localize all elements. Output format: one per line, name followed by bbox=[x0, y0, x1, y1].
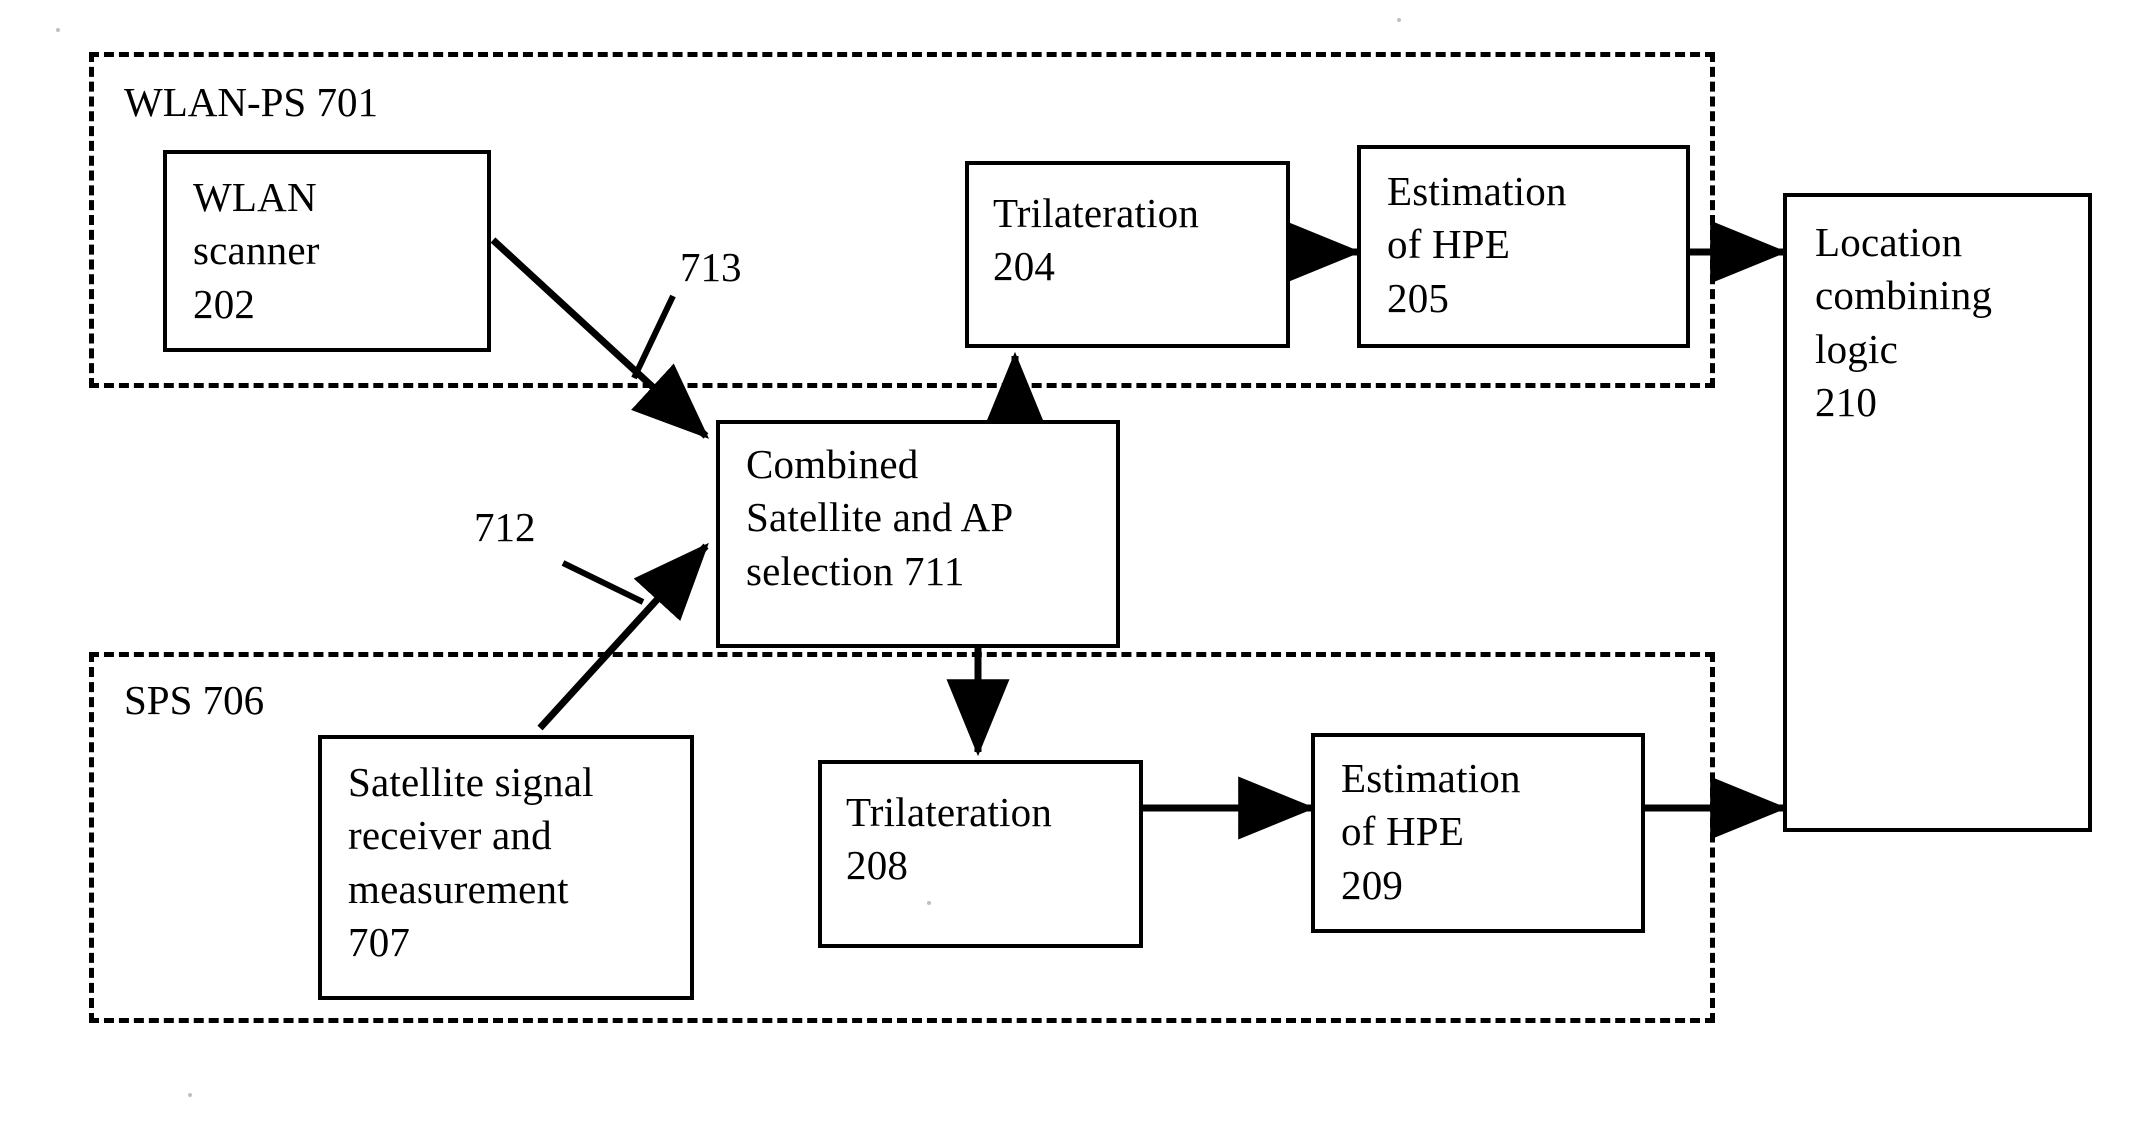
block-trilateration-208: Trilateration 208 bbox=[818, 760, 1143, 948]
reference-numeral-713: 713 bbox=[680, 244, 742, 290]
leader-line-712 bbox=[561, 560, 645, 605]
block-satellite-receiver-label: Satellite signal receiver and measuremen… bbox=[348, 759, 594, 965]
patent-figure-canvas: WLAN-PS 701 SPS 706 WLAN scanner 202 Tri… bbox=[0, 0, 2153, 1139]
block-trilateration-204: Trilateration 204 bbox=[965, 161, 1290, 348]
block-estimation-hpe-205-label: Estimation of HPE 205 bbox=[1387, 168, 1567, 321]
scan-speck bbox=[56, 28, 60, 32]
block-wlan-scanner: WLAN scanner 202 bbox=[163, 150, 491, 352]
block-estimation-hpe-209: Estimation of HPE 209 bbox=[1311, 733, 1645, 933]
block-estimation-hpe-209-label: Estimation of HPE 209 bbox=[1341, 755, 1521, 908]
block-estimation-hpe-205: Estimation of HPE 205 bbox=[1357, 145, 1690, 348]
scan-speck bbox=[1397, 18, 1401, 22]
block-wlan-scanner-label: WLAN scanner 202 bbox=[193, 174, 320, 327]
scan-speck bbox=[927, 901, 931, 905]
block-trilateration-208-label: Trilateration 208 bbox=[846, 789, 1053, 889]
scan-speck bbox=[188, 1093, 192, 1097]
block-combined-selection: Combined Satellite and AP selection 711 bbox=[716, 420, 1120, 648]
block-combined-selection-label: Combined Satellite and AP selection 711 bbox=[746, 441, 1014, 594]
reference-numeral-712: 712 bbox=[474, 504, 536, 550]
block-trilateration-204-label: Trilateration 204 bbox=[993, 190, 1200, 290]
block-satellite-receiver: Satellite signal receiver and measuremen… bbox=[318, 735, 694, 1000]
group-label-sps: SPS 706 bbox=[124, 677, 265, 723]
group-label-wlan-ps: WLAN-PS 701 bbox=[124, 79, 378, 125]
block-location-combining-logic: Location combining logic 210 bbox=[1783, 193, 2092, 832]
block-location-combining-logic-label: Location combining logic 210 bbox=[1815, 219, 1993, 425]
